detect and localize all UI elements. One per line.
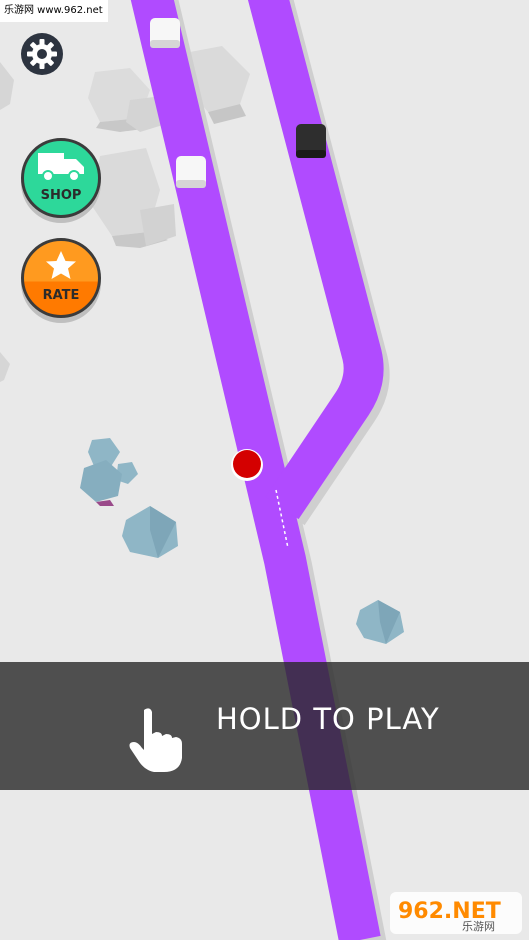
white-cube-1	[150, 18, 180, 48]
game-scene[interactable]: 乐游网 www.962.net SHOP RATE HOLD TO PLAY 9…	[0, 0, 529, 940]
settings-button[interactable]	[19, 31, 65, 77]
game-world	[0, 0, 404, 940]
rate-label: RATE	[42, 288, 80, 303]
watermark-site-label: 乐游网 www.962.net	[0, 0, 108, 22]
white-cube-2	[176, 156, 206, 188]
truck-icon	[24, 149, 98, 188]
hold-to-play-banner[interactable]: HOLD TO PLAY	[0, 662, 529, 790]
star-icon	[24, 249, 98, 288]
watermark-sub-text: 乐游网	[462, 920, 495, 933]
rate-button[interactable]: RATE	[21, 238, 101, 318]
black-cube	[296, 124, 326, 158]
tap-hand-icon	[129, 708, 182, 772]
hold-to-play-text: HOLD TO PLAY	[216, 702, 440, 736]
player-ball	[231, 449, 263, 481]
gear-icon	[21, 33, 63, 75]
shop-button[interactable]: SHOP	[21, 138, 101, 218]
watermark-logo: 962.NET 乐游网	[388, 888, 528, 938]
shop-label: SHOP	[40, 188, 82, 203]
